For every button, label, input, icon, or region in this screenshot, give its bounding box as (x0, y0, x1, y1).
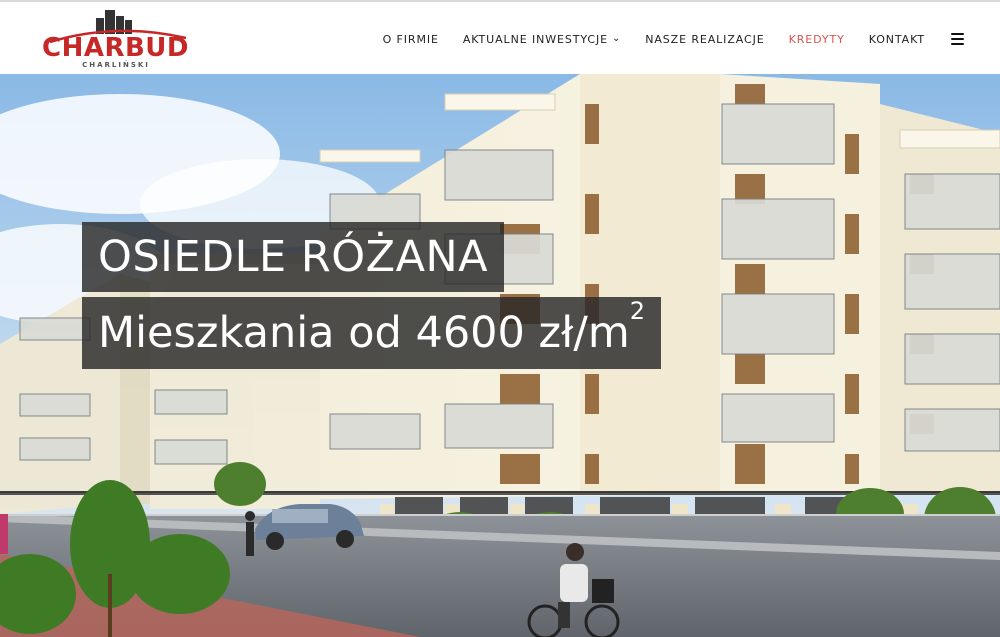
brand-logo[interactable]: CHARBUD CHARLIŃSKI (40, 8, 192, 70)
brand-name: CHARBUD (42, 33, 189, 63)
nav-kredyty[interactable]: KREDYTY (789, 33, 845, 46)
hamburger-menu-icon[interactable] (951, 33, 964, 45)
nav-aktualne-inwestycje[interactable]: AKTUALNE INWESTYCJE ⌄ (463, 33, 621, 46)
nav-nasze-realizacje[interactable]: NASZE REALIZACJE (645, 33, 764, 46)
nav-label: KREDYTY (788, 32, 845, 46)
main-navigation: O FIRMIE AKTUALNE INWESTYCJE ⌄ NASZE REA… (359, 2, 964, 76)
hero-subtitle-text: Mieszkania od 4600 zł/m (98, 308, 630, 358)
nav-label: AKTUALNE INWESTYCJE (462, 32, 608, 46)
nav-o-firmie[interactable]: O FIRMIE (383, 33, 439, 46)
hero-subtitle: Mieszkania od 4600 zł/m2 (82, 297, 662, 369)
hero-title: OSIEDLE RÓŻANA (82, 222, 505, 292)
nav-label: O FIRMIE (382, 32, 439, 46)
hero-subtitle-sup: 2 (629, 297, 646, 325)
nav-label: KONTAKT (868, 32, 925, 46)
chevron-down-icon: ⌄ (611, 32, 622, 44)
site-header: CHARBUD CHARLIŃSKI O FIRMIE AKTUALNE INW… (0, 0, 1000, 74)
nav-kontakt[interactable]: KONTAKT (869, 33, 925, 46)
brand-subtitle: CHARLIŃSKI (82, 61, 150, 69)
hero-banner: OSIEDLE RÓŻANA Mieszkania od 4600 zł/m2 (0, 74, 1000, 637)
nav-label: NASZE REALIZACJE (645, 32, 765, 46)
